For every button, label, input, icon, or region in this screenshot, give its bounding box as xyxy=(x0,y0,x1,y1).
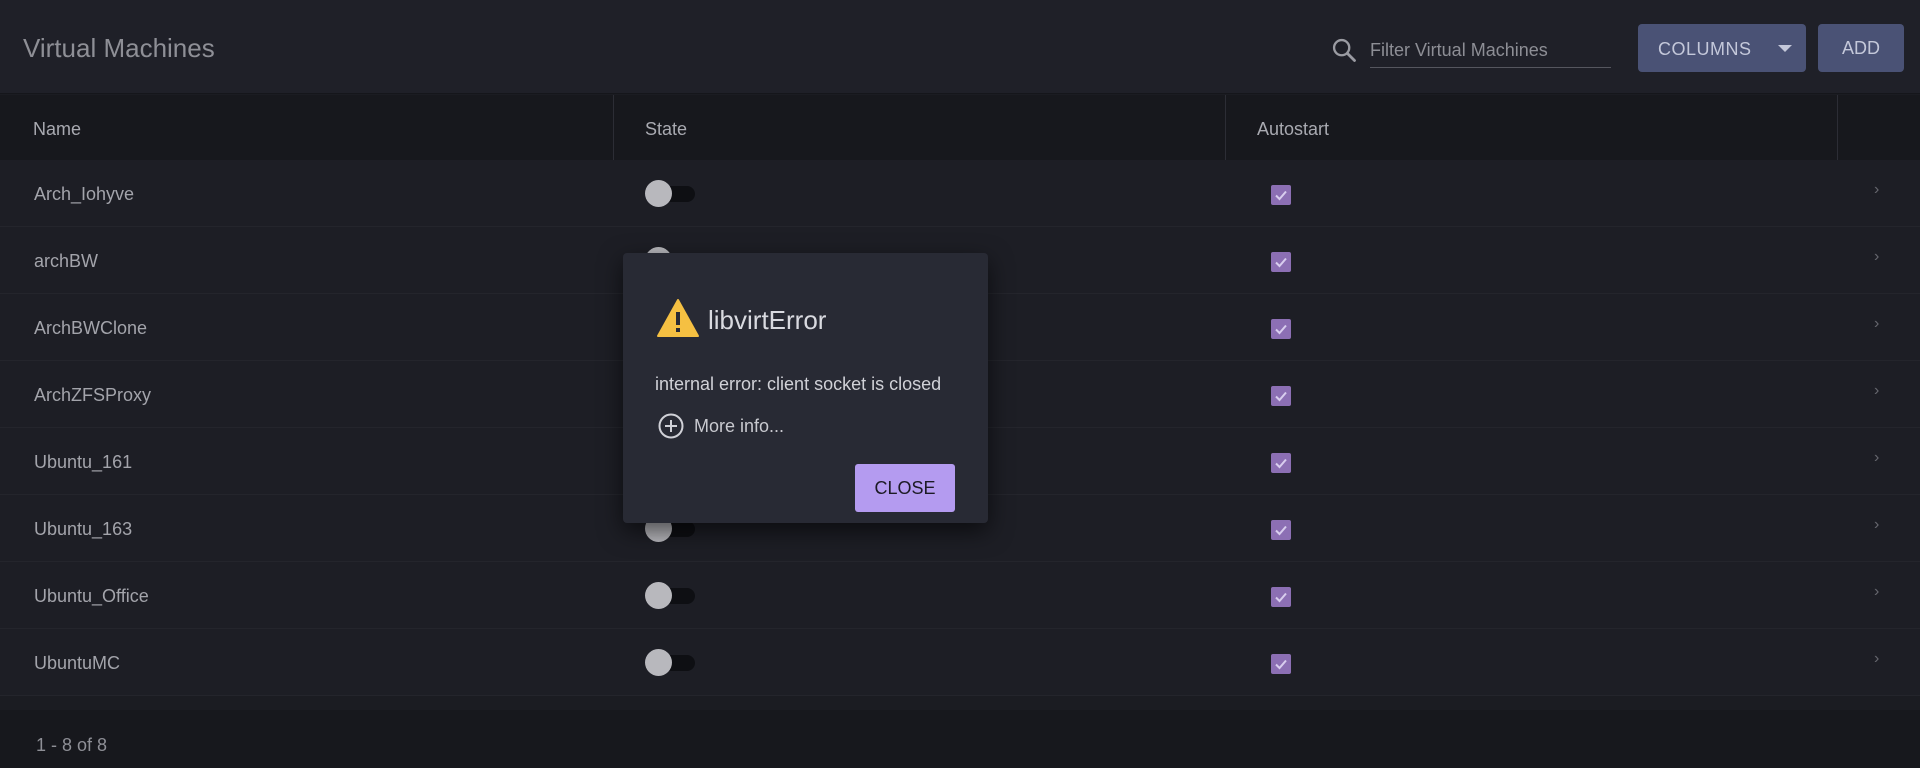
page-header: Virtual Machines COLUMNS ADD xyxy=(0,0,1920,94)
table-row[interactable]: Arch_Iohyve › xyxy=(0,160,1920,227)
chevron-right-icon[interactable]: › xyxy=(1874,583,1879,601)
warning-icon xyxy=(657,299,699,337)
check-icon xyxy=(1275,324,1287,335)
table-footer: 1 - 8 of 8 xyxy=(0,710,1920,768)
toggle-thumb xyxy=(645,180,672,207)
autostart-checkbox[interactable] xyxy=(1271,520,1291,540)
autostart-checkbox[interactable] xyxy=(1271,252,1291,272)
chevron-right-icon[interactable]: › xyxy=(1874,650,1879,668)
error-dialog: libvirtError internal error: client sock… xyxy=(623,253,988,523)
vm-name: Ubuntu_163 xyxy=(34,519,133,539)
column-divider xyxy=(1225,95,1226,160)
pagination-label: 1 - 8 of 8 xyxy=(36,735,108,755)
table-row[interactable]: UbuntuMC › xyxy=(0,629,1920,696)
vm-name: Ubuntu_Office xyxy=(34,586,149,606)
add-button[interactable]: ADD xyxy=(1818,24,1904,72)
table-header: Name State Autostart xyxy=(0,95,1920,160)
close-button[interactable]: CLOSE xyxy=(855,464,955,512)
chevron-right-icon[interactable]: › xyxy=(1874,516,1879,534)
chevron-right-icon[interactable]: › xyxy=(1874,248,1879,266)
page-title: Virtual Machines xyxy=(23,33,215,63)
check-icon xyxy=(1275,525,1287,536)
check-icon xyxy=(1275,592,1287,603)
vm-name: ArchBWClone xyxy=(34,318,148,338)
column-header-autostart[interactable]: Autostart xyxy=(1257,95,1329,160)
columns-button-label: COLUMNS xyxy=(1658,39,1752,59)
column-divider xyxy=(1837,95,1838,160)
vm-name: UbuntuMC xyxy=(34,653,121,673)
check-icon xyxy=(1275,391,1287,402)
chevron-right-icon[interactable]: › xyxy=(1874,181,1879,199)
autostart-checkbox[interactable] xyxy=(1271,453,1291,473)
state-toggle[interactable] xyxy=(645,582,697,609)
search-icon xyxy=(1332,38,1356,62)
check-icon xyxy=(1275,257,1287,268)
toggle-thumb xyxy=(645,582,672,609)
caret-down-icon xyxy=(1778,45,1792,52)
check-icon xyxy=(1275,458,1287,469)
autostart-checkbox[interactable] xyxy=(1271,185,1291,205)
autostart-checkbox[interactable] xyxy=(1271,654,1291,674)
more-info-label: More info... xyxy=(694,416,785,436)
autostart-checkbox[interactable] xyxy=(1271,386,1291,406)
column-header-name[interactable]: Name xyxy=(33,95,81,160)
vm-name: archBW xyxy=(34,251,99,271)
chevron-right-icon[interactable]: › xyxy=(1874,382,1879,400)
state-toggle[interactable] xyxy=(645,649,697,676)
check-icon xyxy=(1275,190,1287,201)
dialog-title: libvirtError xyxy=(708,305,827,335)
check-icon xyxy=(1275,659,1287,670)
autostart-checkbox[interactable] xyxy=(1271,587,1291,607)
column-header-state[interactable]: State xyxy=(645,95,687,160)
table-row[interactable]: Ubuntu_Office › xyxy=(0,562,1920,629)
vm-name: ArchZFSProxy xyxy=(34,385,152,405)
column-divider xyxy=(613,95,614,160)
toggle-thumb xyxy=(645,649,672,676)
vm-name: Ubuntu_161 xyxy=(34,452,133,472)
chevron-right-icon[interactable]: › xyxy=(1874,315,1879,333)
chevron-right-icon[interactable]: › xyxy=(1874,449,1879,467)
columns-button[interactable]: COLUMNS xyxy=(1638,24,1806,72)
vm-name: Arch_Iohyve xyxy=(34,184,135,204)
dialog-message: internal error: client socket is closed xyxy=(655,374,942,394)
autostart-checkbox[interactable] xyxy=(1271,319,1291,339)
state-toggle[interactable] xyxy=(645,180,697,207)
search-input[interactable] xyxy=(1370,34,1611,68)
add-circle-icon xyxy=(658,413,684,439)
